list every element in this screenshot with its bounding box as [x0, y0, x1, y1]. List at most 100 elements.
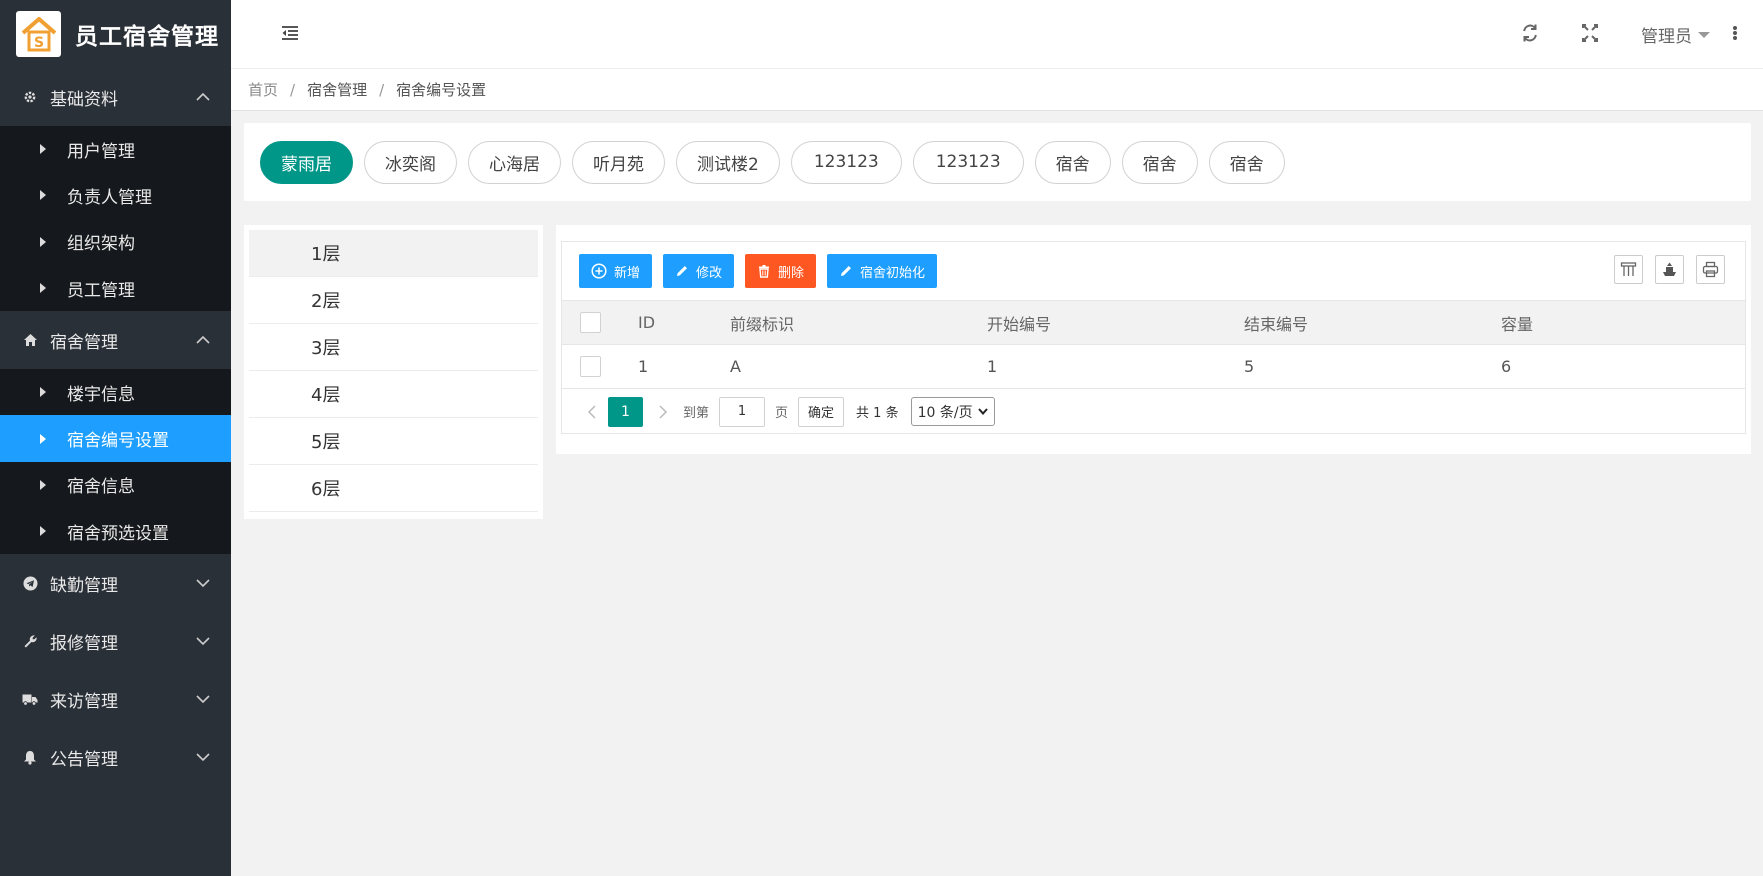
row-checkbox[interactable] — [580, 356, 601, 377]
fullscreen-button[interactable] — [1580, 22, 1600, 44]
breadcrumb-current: 宿舍编号设置 — [396, 81, 487, 99]
building-tab[interactable]: 蒙雨居 — [260, 140, 353, 184]
building-tab[interactable]: 123123 — [912, 140, 1024, 184]
building-tab[interactable]: 123123 — [790, 140, 902, 184]
truck-icon — [22, 691, 38, 707]
sidebar-group-label: 宿舍管理 — [50, 332, 118, 353]
sidebar-group-basic[interactable]: 基础资料 — [0, 68, 231, 126]
sidebar-group-absence[interactable]: 缺勤管理 — [0, 554, 231, 612]
sidebar-item-buildings[interactable]: 楼宇信息 — [0, 369, 231, 415]
telegram-icon — [22, 575, 38, 591]
building-tab[interactable]: 宿舍 — [1208, 140, 1285, 184]
chevron-up-icon — [196, 92, 210, 101]
breadcrumb-separator: / — [379, 80, 385, 99]
refresh-icon — [1523, 24, 1537, 42]
edit-button[interactable]: 修改 — [663, 254, 735, 288]
sidebar-item-managers[interactable]: 负责人管理 — [0, 172, 231, 218]
bell-icon — [22, 749, 38, 765]
columns-filter-button[interactable] — [1614, 255, 1643, 284]
goto-page-input[interactable]: 1 — [719, 396, 766, 427]
page-size-value: 10 条/页 — [917, 404, 973, 421]
building-tab[interactable]: 宿舍 — [1121, 140, 1198, 184]
print-icon — [1702, 261, 1719, 278]
edit-button-label: 修改 — [696, 265, 723, 281]
sidebar-group-label: 报修管理 — [50, 633, 118, 654]
caret-right-icon — [40, 433, 46, 444]
sidebar-item-label: 组织架构 — [67, 234, 135, 255]
sidebar-group-dorm[interactable]: 宿舍管理 — [0, 311, 231, 369]
table-cell: 1 — [987, 357, 998, 376]
sidebar-group-repair[interactable]: 报修管理 — [0, 612, 231, 670]
floor-item[interactable]: 1层 — [249, 230, 538, 277]
sidebar-item-staff[interactable]: 员工管理 — [0, 265, 231, 311]
export-button[interactable] — [1655, 255, 1684, 284]
table-row[interactable]: 1 A 1 5 6 — [562, 345, 1745, 389]
breadcrumb-dorm[interactable]: 宿舍管理 — [307, 79, 367, 100]
add-circle-icon — [591, 263, 607, 279]
caret-right-icon — [40, 283, 46, 294]
breadcrumb-separator: / — [290, 80, 296, 99]
chevron-left-icon — [587, 404, 596, 419]
floor-item[interactable]: 5层 — [249, 418, 538, 465]
sidebar-item-dorm-preselect[interactable]: 宿舍预选设置 — [0, 508, 231, 554]
app-title: 员工宿舍管理 — [75, 24, 219, 50]
delete-button-label: 删除 — [778, 265, 805, 281]
column-header[interactable]: 结束编号 — [1244, 311, 1501, 335]
goto-confirm-button[interactable]: 确定 — [798, 396, 845, 427]
more-vertical-icon — [1733, 26, 1737, 40]
building-tab[interactable]: 听月苑 — [572, 140, 665, 184]
building-tab[interactable]: 冰奕阁 — [364, 140, 457, 184]
sidebar-group-visitors[interactable]: 来访管理 — [0, 670, 231, 728]
column-header[interactable]: ID — [638, 313, 730, 332]
sidebar-item-label: 楼宇信息 — [67, 384, 135, 405]
caret-right-icon — [40, 526, 46, 537]
floor-item[interactable]: 2层 — [249, 277, 538, 324]
breadcrumb-home[interactable]: 首页 — [248, 79, 278, 100]
chevron-down-icon — [196, 579, 210, 588]
sidebar-group-notices[interactable]: 公告管理 — [0, 728, 231, 786]
floor-item[interactable]: 6层 — [249, 465, 538, 512]
chevron-up-icon — [196, 336, 210, 344]
chevron-down-icon — [196, 753, 210, 762]
column-header[interactable]: 容量 — [1501, 311, 1701, 335]
sidebar-item-org[interactable]: 组织架构 — [0, 219, 231, 265]
caret-down-icon — [1698, 31, 1710, 38]
prev-page-button[interactable] — [578, 397, 606, 427]
add-button[interactable]: 新增 — [579, 254, 653, 288]
building-tab[interactable]: 宿舍 — [1034, 140, 1111, 184]
delete-button[interactable]: 删除 — [745, 254, 817, 288]
dorm-init-button[interactable]: 宿舍初始化 — [827, 254, 938, 288]
table-cell: 6 — [1501, 357, 1512, 376]
select-all-checkbox[interactable] — [580, 312, 601, 333]
refresh-button[interactable] — [1520, 22, 1540, 44]
column-header[interactable]: 开始编号 — [987, 311, 1244, 335]
caret-right-icon — [40, 479, 46, 490]
current-page[interactable]: 1 — [608, 396, 643, 427]
page-size-select[interactable]: 10 条/页 — [910, 397, 995, 426]
breadcrumb: 首页 / 宿舍管理 / 宿舍编号设置 — [231, 68, 1763, 111]
home-icon — [22, 332, 38, 348]
pencil-icon — [675, 264, 689, 278]
sidebar-item-users[interactable]: 用户管理 — [0, 126, 231, 172]
sidebar-item-dorm-number[interactable]: 宿舍编号设置 — [0, 415, 231, 462]
user-menu[interactable]: 管理员 — [1641, 22, 1710, 47]
sidebar-group-label: 缺勤管理 — [50, 575, 118, 596]
sidebar-item-label: 员工管理 — [67, 280, 135, 301]
export-icon — [1663, 262, 1676, 276]
floor-item[interactable]: 4层 — [249, 371, 538, 418]
column-header[interactable]: 前缀标识 — [730, 311, 987, 335]
sidebar-item-label: 负责人管理 — [67, 187, 152, 208]
chevron-down-icon — [196, 695, 210, 704]
sidebar-toggle-button[interactable] — [279, 22, 301, 44]
building-tab[interactable]: 测试楼2 — [676, 140, 780, 184]
next-page-button[interactable] — [649, 397, 677, 427]
print-button[interactable] — [1696, 255, 1725, 284]
sidebar-item-dorm-info[interactable]: 宿舍信息 — [0, 462, 231, 508]
page-unit-label: 页 — [775, 406, 789, 421]
pagination: 1 到第 1 页 确定 共 1 条 10 条/页 — [562, 389, 1745, 434]
building-tab[interactable]: 心海居 — [468, 140, 561, 184]
more-menu-button[interactable] — [1731, 22, 1739, 44]
floor-item[interactable]: 3层 — [249, 324, 538, 371]
wrench-icon — [22, 633, 38, 649]
sidebar-group-label: 来访管理 — [50, 691, 118, 712]
